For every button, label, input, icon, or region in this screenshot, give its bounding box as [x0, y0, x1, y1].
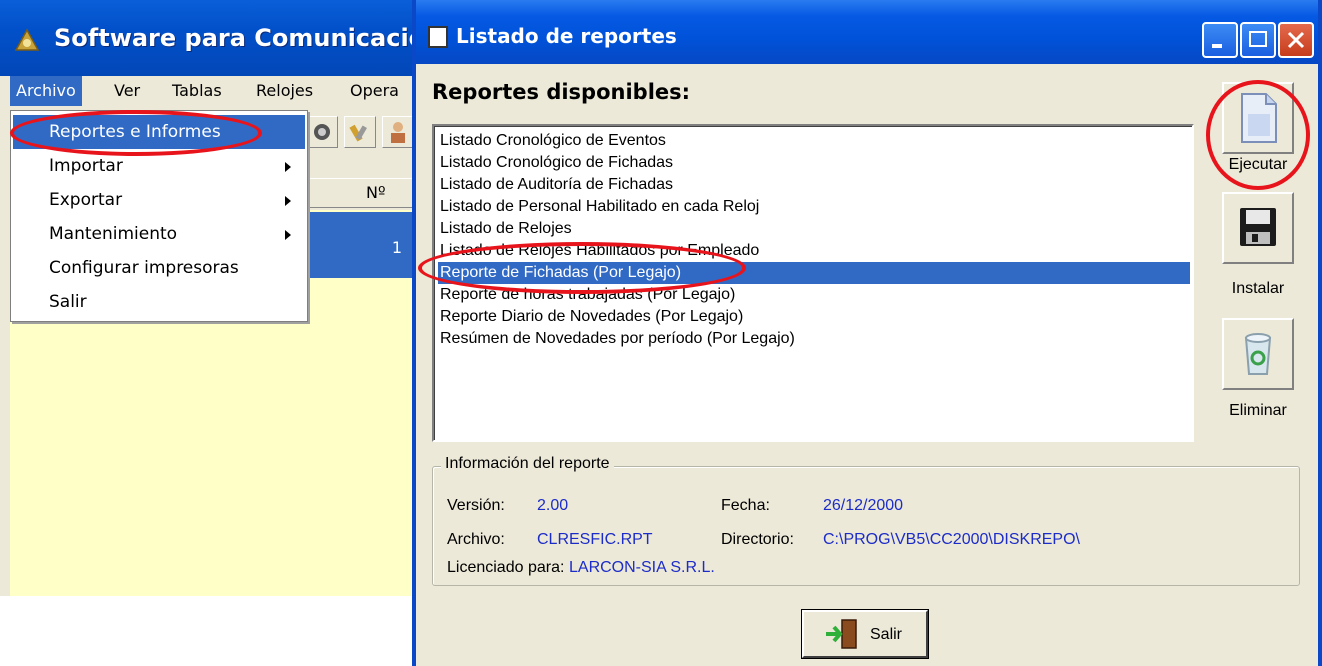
- main-app-window: Software para Comunicacione Archivo Ver …: [0, 0, 459, 596]
- salir-button[interactable]: Salir: [802, 610, 928, 658]
- annotation-ellipse-reportes: [10, 110, 262, 156]
- report-list-item[interactable]: Resúmen de Novedades por período (Por Le…: [438, 328, 1190, 350]
- directorio-label: Directorio:: [721, 531, 794, 548]
- dialog-title-bar: Listado de reportes: [416, 0, 1318, 64]
- main-menubar: Archivo Ver Tablas Relojes Opera: [0, 76, 420, 106]
- document-icon: [428, 26, 448, 48]
- submenu-arrow-icon: [285, 196, 291, 206]
- grid-header: Nº: [306, 178, 420, 208]
- archivo-value: CLRESFIC.RPT: [537, 531, 653, 548]
- menu-relojes[interactable]: Relojes: [250, 76, 319, 106]
- submenu-arrow-icon: [285, 162, 291, 172]
- user-icon: [391, 122, 405, 143]
- menu-item-label: Salir: [49, 292, 87, 312]
- salir-label: Salir: [870, 626, 903, 643]
- menu-item-mantenimiento[interactable]: Mantenimiento: [13, 217, 305, 251]
- grid-selected-row[interactable]: 1: [306, 212, 420, 278]
- column-header-numero[interactable]: Nº: [366, 183, 386, 202]
- menu-item-label: Configurar impresoras: [49, 258, 239, 278]
- floppy-disk-icon: [1240, 208, 1276, 246]
- fecha-value: 26/12/2000: [823, 497, 904, 514]
- directorio-value: C:\PROG\VB5\CC2000\DISKREPO\: [823, 531, 1080, 548]
- exit-door-icon: [826, 619, 857, 649]
- maximize-icon: [1249, 31, 1267, 47]
- report-list-item[interactable]: Listado de Personal Habilitado en cada R…: [438, 196, 1190, 218]
- toolbar-button-users[interactable]: [382, 116, 414, 148]
- dialog-title: Listado de reportes: [456, 24, 677, 48]
- toolbar-button-tools[interactable]: [344, 116, 376, 148]
- report-list-item[interactable]: Listado de Relojes: [438, 218, 1190, 240]
- maximize-button[interactable]: [1240, 22, 1276, 58]
- instalar-label: Instalar: [1231, 280, 1285, 297]
- report-list-item[interactable]: Listado Cronológico de Eventos: [438, 130, 1190, 152]
- menu-operaciones[interactable]: Opera: [344, 76, 405, 106]
- grid-cell-value: 1: [391, 238, 402, 257]
- menu-item-label: Exportar: [49, 190, 123, 210]
- eliminar-label: Eliminar: [1229, 402, 1287, 419]
- report-list-item[interactable]: Listado Cronológico de Fichadas: [438, 152, 1190, 174]
- close-icon: [1287, 31, 1305, 49]
- archivo-label: Archivo:: [447, 531, 505, 548]
- submenu-arrow-icon: [285, 230, 291, 240]
- menu-ver[interactable]: Ver: [108, 76, 146, 106]
- toolbar-button-camera[interactable]: [306, 116, 338, 148]
- tools-icon: [349, 124, 367, 142]
- menu-item-configurar-impresoras[interactable]: Configurar impresoras: [13, 251, 305, 285]
- report-info-group: Información del reporte Versión: 2.00 Fe…: [432, 455, 1300, 586]
- eliminar-button[interactable]: [1222, 318, 1294, 390]
- main-app-title: Software para Comunicacione: [54, 24, 459, 52]
- menu-item-salir[interactable]: Salir: [13, 285, 305, 319]
- reportes-heading: Reportes disponibles:: [432, 80, 691, 104]
- menu-tablas[interactable]: Tablas: [166, 76, 228, 106]
- menu-item-exportar[interactable]: Exportar: [13, 183, 305, 217]
- camera-icon: [314, 124, 330, 140]
- main-toolbar: [306, 110, 420, 156]
- menu-archivo[interactable]: Archivo: [10, 76, 82, 106]
- instalar-button[interactable]: [1222, 192, 1294, 264]
- listado-reportes-dialog: Listado de reportes Reportes disponibles…: [412, 0, 1322, 666]
- recycle-bin-icon: [1244, 333, 1272, 375]
- minimize-button[interactable]: [1202, 22, 1238, 58]
- app-logo-icon: [14, 28, 40, 51]
- menu-item-label: Mantenimiento: [49, 224, 178, 244]
- report-list-item[interactable]: Listado de Auditoría de Fichadas: [438, 174, 1190, 196]
- close-button[interactable]: [1278, 22, 1314, 58]
- minimize-icon: [1212, 44, 1222, 48]
- version-value: 2.00: [537, 497, 569, 514]
- main-app-title-bar: Software para Comunicacione: [0, 0, 459, 76]
- annotation-ellipse-ejecutar: [1206, 80, 1310, 190]
- version-label: Versión:: [447, 497, 505, 514]
- report-list-item[interactable]: Reporte Diario de Novedades (Por Legajo): [438, 306, 1190, 328]
- licenciado-label: Licenciado para:: [447, 559, 565, 576]
- menu-item-label: Importar: [49, 156, 123, 176]
- info-legend: Información del reporte: [441, 455, 614, 473]
- annotation-ellipse-report: [418, 242, 746, 294]
- licenciado-value: LARCON-SIA S.R.L.: [569, 559, 715, 576]
- fecha-label: Fecha:: [721, 497, 770, 514]
